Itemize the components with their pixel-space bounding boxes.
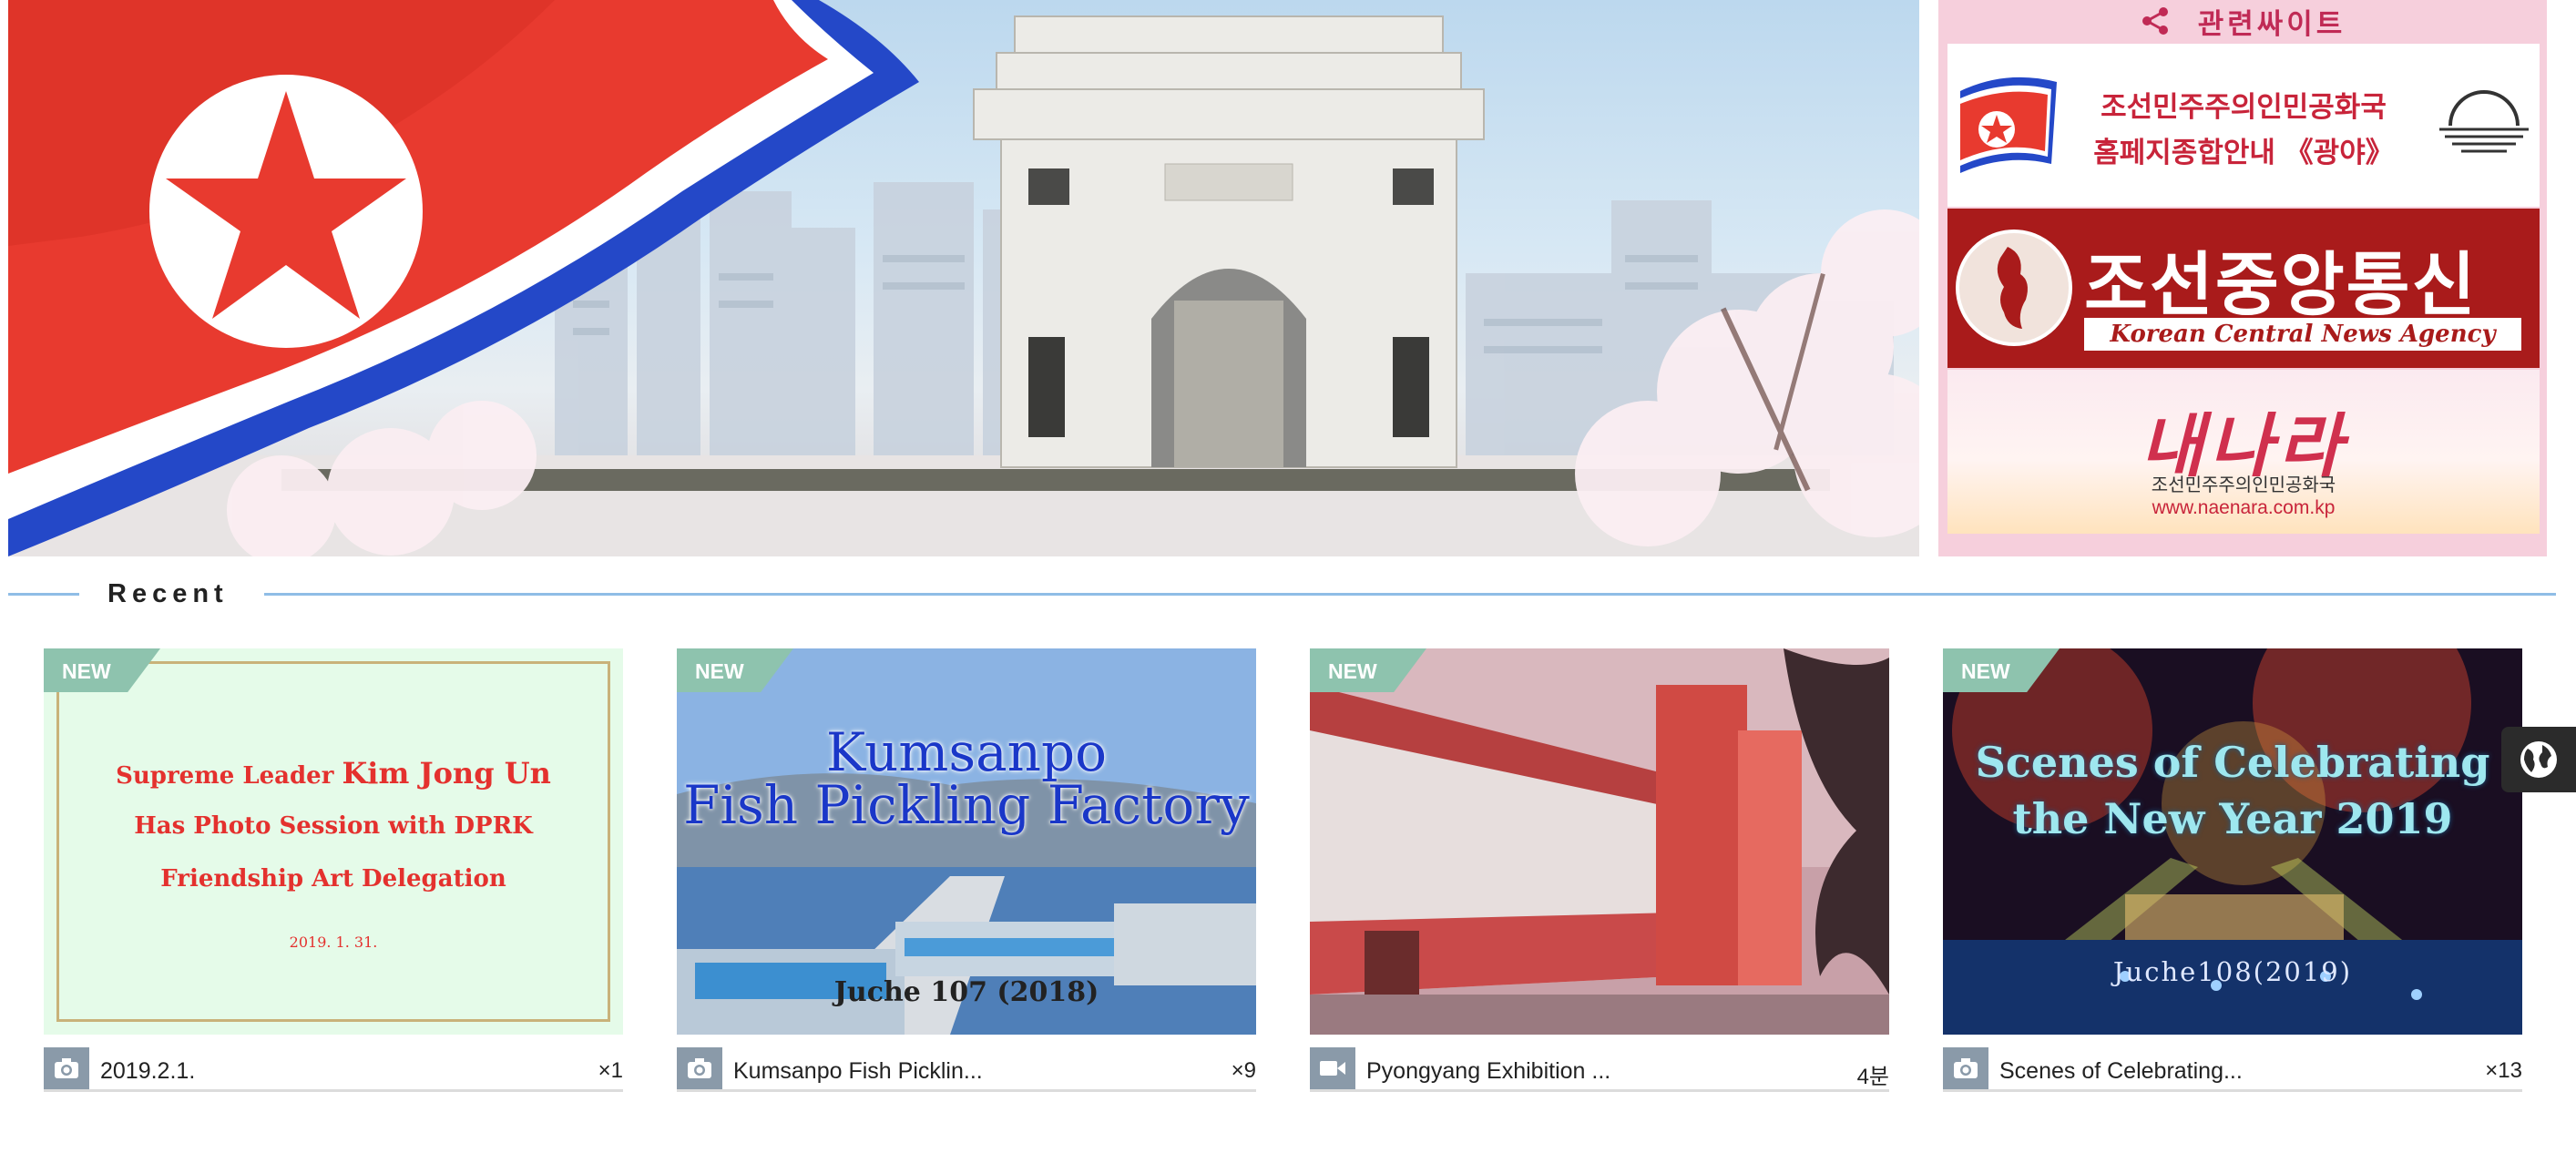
thumb-text-line-1: Scenes of Celebrating [1975,738,2490,787]
kcna-subtitle: Korean Central News Agency [2084,318,2521,351]
thumb-text-line-2: Fish Pickling Factory [683,774,1250,836]
recent-card-2[interactable]: Kumsanpo Fish Pickling Factory Juche 107… [677,648,1256,1093]
naenara-url: www.naenara.com.kp [2152,497,2336,518]
naenara-org: 조선민주주의인민공화국 [2151,474,2336,495]
card-caption[interactable]: Scenes of Celebrating... ×13 [1943,1035,2522,1091]
related-site-portal[interactable]: 조선민주주의인민공화국 홈페지종합안내 《광야》 [1947,44,2540,207]
photo-count: ×13 [2485,1058,2522,1083]
thumb-text-line-3: Friendship Art Delegation [160,865,506,893]
card-thumbnail[interactable]: Supreme Leader Kim Jong Un Has Photo Ses… [44,648,623,1035]
globe-icon [2520,741,2557,778]
card-underline [677,1089,1256,1092]
thumb-date: Juche108(2019) [2112,956,2353,987]
thumb-text-line-1: Kumsanpo [825,721,1108,783]
card-title[interactable]: Kumsanpo Fish Picklin... [733,1058,983,1085]
sun-logo-icon [2439,90,2529,153]
card-caption[interactable]: Pyongyang Exhibition ... 4분 [1310,1035,1889,1091]
photo-count: ×1 [598,1058,623,1083]
card-caption[interactable]: 2019.2.1. ×1 [44,1035,623,1091]
language-globe-button[interactable] [2501,727,2576,792]
thumb-date: Juche 107 (2018) [833,976,1099,1008]
globe-map-icon [1956,230,2072,346]
hero-banner [8,0,1919,556]
related-sites-panel: 관련싸이트 조선민주주의인민공화국 홈페지종합안내 《광야》 조선중앙통신 Ko… [1938,0,2547,556]
card-thumbnail[interactable]: NEW [1310,648,1889,1035]
flag-icon [1960,77,2057,173]
card-thumbnail[interactable]: Kumsanpo Fish Pickling Factory Juche 107… [677,648,1256,1035]
recent-card-3[interactable]: NEW Pyongyang Exhibition ... 4분 [1310,648,1889,1093]
camera-icon [1943,1047,1988,1089]
hero-illustration [8,0,1919,556]
video-camera-icon [1310,1047,1355,1089]
related-sites-title: 관련싸이트 [2197,7,2346,41]
related-site-naenara[interactable]: 내나라 조선민주주의인민공화국 www.naenara.com.kp [1947,370,2540,534]
recent-card-4[interactable]: Scenes of Celebrating the New Year 2019 … [1943,648,2522,1093]
recent-card-1[interactable]: Supreme Leader Kim Jong Un Has Photo Ses… [44,648,623,1093]
card-title[interactable]: Pyongyang Exhibition ... [1366,1058,1610,1085]
exhibition-hall-photo [1310,648,1889,1035]
card-title[interactable]: Scenes of Celebrating... [1999,1058,2243,1085]
camera-icon [677,1047,722,1089]
card-caption[interactable]: Kumsanpo Fish Picklin... ×9 [677,1035,1256,1091]
card-underline [1943,1089,2522,1092]
section-divider-right [264,593,2556,596]
related-site-kcna[interactable]: 조선중앙통신 Korean Central News Agency [1947,209,2540,368]
recent-section-title: Recent [107,579,229,608]
video-duration: 4분 [1856,1065,1889,1089]
section-divider-left [8,593,79,596]
camera-icon [44,1047,89,1089]
card-underline [44,1089,623,1092]
portal-text: 조선민주주의인민공화국 홈페지종합안내 《광야》 [2093,91,2394,169]
kcna-title: 조선중앙통신 [2084,244,2478,325]
card-thumbnail[interactable]: Scenes of Celebrating the New Year 2019 … [1943,648,2522,1035]
card-underline [1310,1089,1889,1092]
thumb-date: 2019. 1. 31. [289,934,378,951]
card-title[interactable]: 2019.2.1. [100,1058,195,1085]
related-sites-header: 관련싸이트 [1938,0,2547,42]
thumb-text-line-2: Has Photo Session with DPRK [134,812,533,840]
thumb-text-line-1: Supreme Leader Kim Jong Un [116,756,551,791]
share-icon [2140,5,2171,36]
ornamental-frame [56,661,610,1022]
photo-count: ×9 [1231,1058,1256,1083]
thumb-text-line-2: the New Year 2019 [2012,794,2453,843]
